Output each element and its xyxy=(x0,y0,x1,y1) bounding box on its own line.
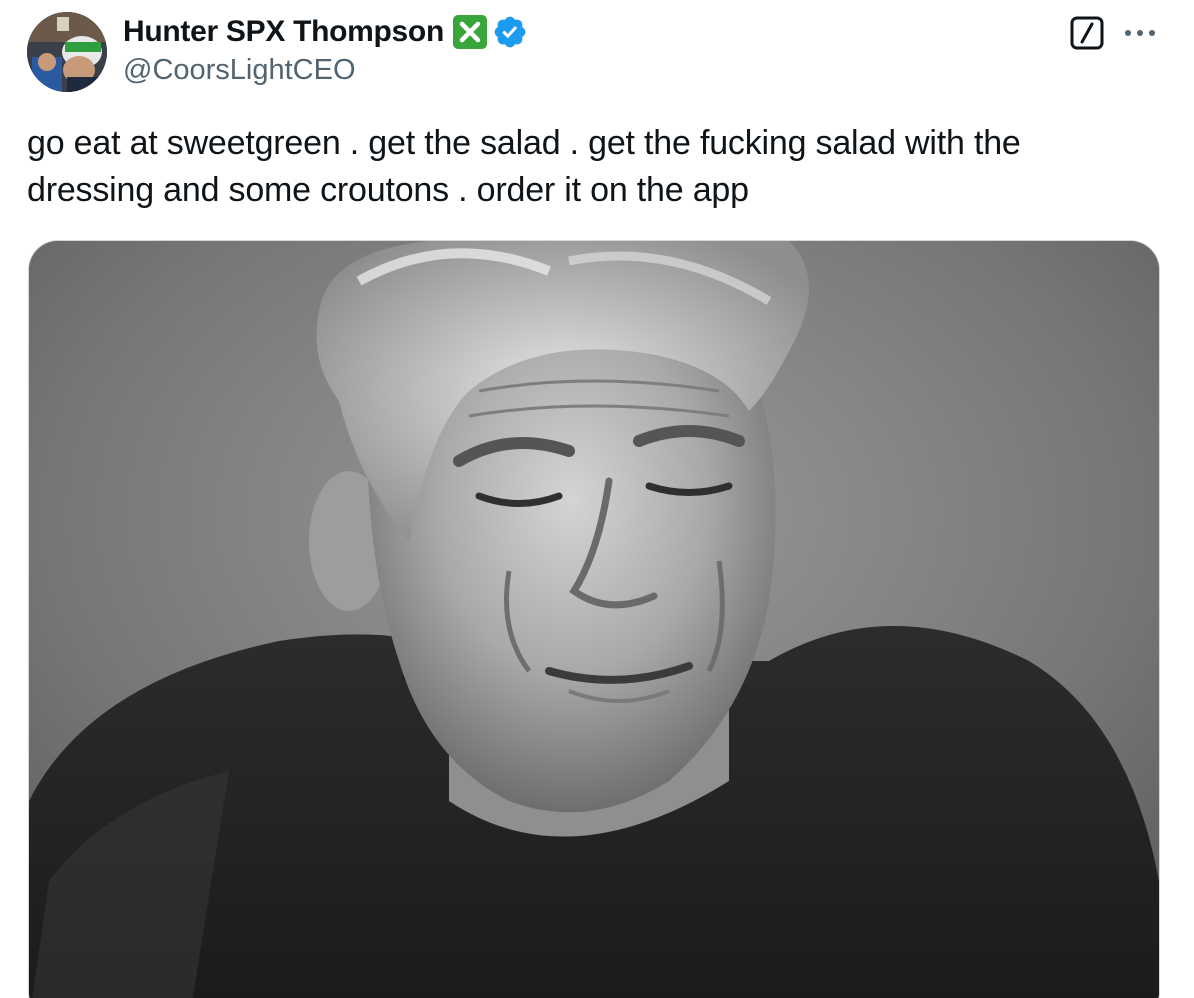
cross-mark-icon xyxy=(452,14,488,50)
grok-icon[interactable] xyxy=(1070,16,1104,50)
more-options-icon[interactable] xyxy=(1123,24,1157,42)
portrait-photo xyxy=(29,241,1159,998)
author-handle[interactable]: @CoorsLightCEO xyxy=(123,54,356,87)
author-name-row: Hunter SPX Thompson xyxy=(123,12,528,52)
verified-badge-icon[interactable] xyxy=(492,14,528,50)
avatar-image xyxy=(27,12,107,92)
author-display-name[interactable]: Hunter SPX Thompson xyxy=(123,15,444,49)
tweet-card: Hunter SPX Thompson @CoorsLightCEO go ea… xyxy=(0,0,1194,998)
tweet-media-photo[interactable] xyxy=(28,240,1160,998)
tweet-text: go eat at sweetgreen . get the salad . g… xyxy=(27,124,1021,209)
avatar[interactable] xyxy=(27,12,107,92)
